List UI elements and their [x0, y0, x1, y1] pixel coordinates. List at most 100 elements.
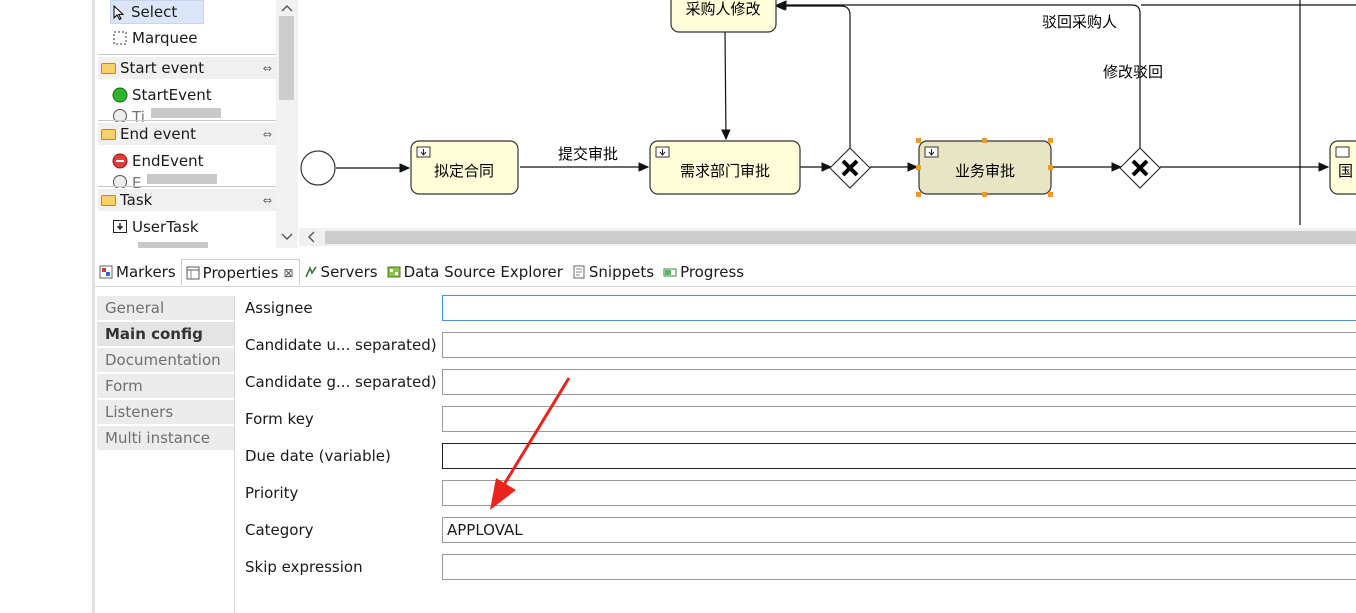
- flow-gw1-to-modify: [774, 1, 851, 148]
- exclusive-gateway-2[interactable]: [1119, 147, 1161, 189]
- folder-icon: [101, 194, 116, 206]
- properties-icon: [186, 266, 200, 280]
- tab-label: Progress: [680, 263, 745, 281]
- tab-snippets[interactable]: Snippets: [568, 259, 659, 285]
- candidate-users-label: Candidate u... separated): [245, 336, 437, 354]
- assignee-input[interactable]: [442, 295, 1356, 321]
- task-label: 业务审批: [955, 162, 1015, 180]
- flow-label-modify-reject: 修改驳回: [1103, 63, 1163, 81]
- tab-data-source-explorer[interactable]: Data Source Explorer: [383, 259, 568, 285]
- palette-group-end-event[interactable]: End event ⇔: [98, 123, 276, 145]
- palette-item-label: Select: [131, 3, 178, 21]
- task-label: 需求部门审批: [680, 162, 770, 180]
- palette-item-end-event[interactable]: EndEvent: [112, 150, 203, 172]
- nav-documentation[interactable]: Documentation: [97, 348, 234, 373]
- properties-section-nav: General Main config Documentation Form L…: [97, 296, 235, 613]
- tab-label: Servers: [320, 263, 378, 281]
- palette-group-label: End event: [120, 125, 196, 143]
- data-source-icon: [387, 265, 401, 279]
- exclusive-gateway-1[interactable]: [829, 147, 871, 189]
- flow-label-reject: 驳回采购人: [1042, 13, 1117, 31]
- progress-icon: [663, 265, 677, 279]
- snippets-icon: [572, 265, 586, 279]
- task-label: 采购人修改: [685, 0, 760, 18]
- palette-item-label: EndEvent: [132, 152, 204, 170]
- folder-icon: [101, 62, 116, 74]
- folder-icon: [101, 128, 116, 140]
- palette-group-label: Task: [120, 191, 153, 209]
- nav-general[interactable]: General: [97, 296, 234, 321]
- clipped-label-bar: [138, 242, 208, 248]
- category-label: Category: [245, 521, 314, 539]
- assignee-label: Assignee: [245, 299, 313, 317]
- end-event-icon: [112, 153, 128, 169]
- annotation-arrow: [490, 377, 571, 510]
- collapse-icon[interactable]: ⇔: [263, 194, 272, 207]
- category-input[interactable]: [442, 517, 1356, 543]
- tab-properties[interactable]: Properties ⊠: [180, 259, 300, 285]
- collapse-icon[interactable]: ⇔: [263, 128, 272, 141]
- user-task-icon: [112, 219, 128, 235]
- candidate-groups-label: Candidate g... separated): [245, 373, 437, 391]
- start-event-node[interactable]: [300, 150, 336, 186]
- task-draft-contract[interactable]: 拟定合同: [410, 140, 519, 195]
- palette-group-task[interactable]: Task ⇔: [98, 189, 276, 211]
- palette-item-start-event[interactable]: StartEvent: [112, 84, 212, 106]
- palette-item-label: Marquee: [132, 29, 198, 47]
- nav-multi-instance[interactable]: Multi instance: [97, 426, 234, 451]
- flow-modify-to-dept: [721, 31, 731, 141]
- task-modify[interactable]: 采购人修改: [670, 0, 777, 33]
- palette-separator: [98, 54, 276, 55]
- tab-label: Markers: [116, 263, 176, 281]
- canvas-scroll-thumb[interactable]: [325, 231, 1356, 244]
- palette-item-clipped: [112, 242, 208, 248]
- palette-scroll-thumb[interactable]: [279, 16, 294, 100]
- close-tab-icon[interactable]: ⊠: [283, 266, 293, 280]
- palette-marquee-tool[interactable]: Marquee: [112, 27, 198, 49]
- left-margin: [0, 0, 93, 613]
- tab-label: Data Source Explorer: [403, 263, 563, 281]
- tab-progress[interactable]: Progress: [659, 259, 749, 285]
- skip-expression-label: Skip expression: [245, 558, 363, 576]
- tab-markers[interactable]: Markers: [95, 259, 181, 285]
- arrow-cursor-icon: [111, 4, 127, 20]
- scroll-left-icon: [308, 231, 315, 243]
- task-dept-approval[interactable]: 需求部门审批: [649, 140, 801, 195]
- tab-label: Properties: [202, 263, 279, 282]
- servers-icon: [304, 265, 318, 279]
- task-label: 拟定合同: [434, 162, 494, 180]
- palette-group-label: Start event: [120, 59, 205, 77]
- nav-listeners[interactable]: Listeners: [97, 400, 234, 425]
- start-event-icon: [112, 87, 128, 103]
- palette-item-label: UserTask: [132, 218, 199, 236]
- collapse-icon[interactable]: ⇔: [263, 62, 272, 75]
- clipped-icon: [112, 242, 128, 248]
- clipped-label-bar: [150, 108, 221, 118]
- due-date-label: Due date (variable): [245, 447, 391, 465]
- palette-separator: [98, 186, 276, 187]
- user-task-icon: [1335, 146, 1350, 158]
- task-label: 国: [1338, 162, 1353, 180]
- palette-item-user-task[interactable]: UserTask: [112, 216, 199, 238]
- scroll-down-icon: [281, 233, 293, 240]
- palette-group-start-event[interactable]: Start event ⇔: [98, 57, 276, 79]
- nav-main-config[interactable]: Main config: [97, 322, 234, 347]
- form-key-label: Form key: [245, 410, 314, 428]
- flow-label-submit: 提交审批: [558, 145, 618, 163]
- nav-form[interactable]: Form: [97, 374, 234, 399]
- tab-label: Snippets: [588, 263, 655, 281]
- task-next-clipped[interactable]: 国: [1329, 140, 1356, 195]
- left-border: [92, 0, 95, 613]
- palette: Select Marquee Start event ⇔ StartEvent …: [96, 0, 298, 248]
- skip-expression-input[interactable]: [442, 554, 1356, 580]
- palette-select-tool[interactable]: Select: [110, 0, 204, 24]
- diagram-canvas[interactable]: 采购人修改 拟定合同 需求部门审批 业务审批 国 驳回采购人 修改驳回 提交审批: [299, 0, 1356, 228]
- marquee-icon: [112, 30, 128, 46]
- tab-servers[interactable]: Servers: [300, 259, 383, 285]
- view-tab-bar: Markers Properties ⊠ Servers Data Source…: [95, 258, 1356, 287]
- task-business-approval[interactable]: 业务审批: [916, 138, 1053, 197]
- palette-item-label: StartEvent: [132, 86, 212, 104]
- clipped-label-bar: [147, 174, 218, 184]
- candidate-users-input[interactable]: [442, 332, 1356, 358]
- markers-icon: [99, 265, 113, 279]
